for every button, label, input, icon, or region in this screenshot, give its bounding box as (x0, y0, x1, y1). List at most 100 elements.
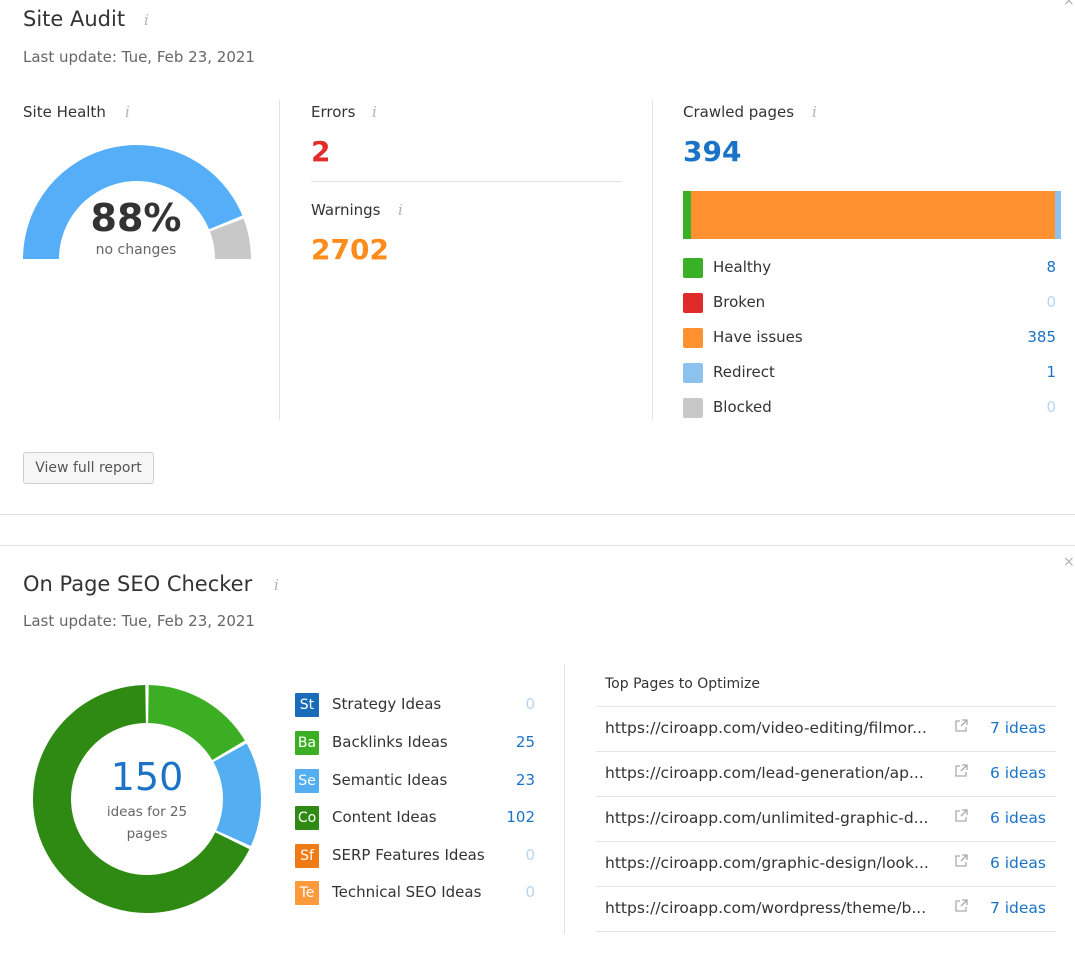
redirect-swatch (683, 363, 703, 383)
site-health-value: 88% (90, 196, 182, 240)
external-link-icon[interactable] (954, 764, 968, 778)
page-url[interactable]: https://ciroapp.com/wordpress/theme/b... (605, 899, 945, 917)
table-row: https://ciroapp.com/unlimited-graphic-d.… (596, 796, 1056, 841)
semantic-ideas-label: Semantic Ideas (332, 771, 448, 789)
healthy-swatch (683, 258, 703, 278)
warnings-info-icon[interactable]: i (398, 201, 403, 219)
site-health-info-icon[interactable]: i (125, 103, 130, 121)
bar-segment-redirect (1055, 191, 1062, 239)
legend-row-have-issues: Have issues 385 (683, 327, 1056, 349)
table-row: https://ciroapp.com/graphic-design/look.… (596, 841, 1056, 886)
on-page-seo-title: On Page SEO Checker (23, 572, 253, 596)
site-health-label: Site Health (23, 103, 106, 121)
ideas-donut-chart (33, 685, 261, 913)
content-ideas-count[interactable]: 102 (506, 808, 535, 826)
idea-row-serp-features[interactable]: Sf SERP Features Ideas 0 (295, 844, 535, 868)
widget-separator (0, 514, 1075, 515)
broken-label: Broken (713, 293, 766, 311)
backlinks-ideas-label: Backlinks Ideas (332, 733, 448, 751)
errors-label: Errors (311, 103, 356, 121)
strategy-badge-icon: St (295, 693, 319, 717)
technical-seo-badge-icon: Te (295, 881, 319, 905)
top-pages-title: Top Pages to Optimize (605, 676, 760, 692)
page-url[interactable]: https://ciroapp.com/lead-generation/ap..… (605, 764, 945, 782)
strategy-ideas-label: Strategy Ideas (332, 695, 442, 713)
crawled-pages-value[interactable]: 394 (683, 135, 741, 168)
errors-value[interactable]: 2 (311, 135, 330, 168)
bar-segment-have-issues (690, 191, 1056, 239)
ideas-caption-line1: ideas for 25 (106, 804, 188, 820)
table-row: https://ciroapp.com/lead-generation/ap..… (596, 751, 1056, 796)
semantic-ideas-count[interactable]: 23 (516, 771, 535, 789)
idea-row-technical-seo[interactable]: Te Technical SEO Ideas 0 (295, 881, 535, 905)
serp-features-ideas-count: 0 (525, 846, 535, 864)
page-ideas-link[interactable]: 7 ideas (990, 899, 1046, 917)
legend-row-healthy: Healthy 8 (683, 257, 1056, 279)
on-page-seo-info-icon[interactable]: i (274, 576, 279, 594)
blocked-label: Blocked (713, 398, 772, 416)
bar-segment-healthy (683, 191, 691, 239)
site-audit-close-icon[interactable]: × (1063, 0, 1075, 9)
crawled-pages-info-icon[interactable]: i (812, 103, 817, 121)
have-issues-label: Have issues (713, 328, 803, 346)
have-issues-count[interactable]: 385 (1027, 328, 1056, 346)
technical-seo-ideas-label: Technical SEO Ideas (332, 883, 482, 901)
ideas-caption-line2: pages (126, 826, 168, 842)
technical-seo-ideas-count: 0 (525, 883, 535, 901)
crawled-pages-bar (683, 191, 1062, 239)
idea-row-semantic[interactable]: Se Semantic Ideas 23 (295, 769, 535, 793)
broken-swatch (683, 293, 703, 313)
column-divider (652, 100, 653, 420)
donut-slice-backlinks-ideas (148, 685, 245, 761)
errors-info-icon[interactable]: i (372, 103, 377, 121)
page-ideas-link[interactable]: 6 ideas (990, 809, 1046, 827)
have-issues-swatch (683, 328, 703, 348)
page-ideas-link[interactable]: 6 ideas (990, 764, 1046, 782)
legend-row-broken: Broken 0 (683, 292, 1056, 314)
healthy-label: Healthy (713, 258, 772, 276)
external-link-icon[interactable] (954, 719, 968, 733)
external-link-icon[interactable] (954, 809, 968, 823)
ideas-total: 150 (110, 755, 184, 799)
idea-row-strategy[interactable]: St Strategy Ideas 0 (295, 693, 535, 717)
legend-row-blocked: Blocked 0 (683, 397, 1056, 419)
content-ideas-label: Content Ideas (332, 808, 437, 826)
backlinks-ideas-count[interactable]: 25 (516, 733, 535, 751)
page-url[interactable]: https://ciroapp.com/graphic-design/look.… (605, 854, 945, 872)
column-divider (564, 664, 565, 934)
blocked-swatch (683, 398, 703, 418)
site-audit-info-icon[interactable]: i (144, 11, 149, 29)
page-url[interactable]: https://ciroapp.com/video-editing/filmor… (605, 719, 945, 737)
page-ideas-link[interactable]: 7 ideas (990, 719, 1046, 737)
idea-row-content[interactable]: Co Content Ideas 102 (295, 806, 535, 830)
column-divider (279, 100, 280, 420)
page-ideas-link[interactable]: 6 ideas (990, 854, 1046, 872)
legend-row-redirect: Redirect 1 (683, 362, 1056, 384)
warnings-value[interactable]: 2702 (311, 233, 389, 266)
healthy-count[interactable]: 8 (1046, 258, 1056, 276)
page-url[interactable]: https://ciroapp.com/unlimited-graphic-d.… (605, 809, 945, 827)
crawled-pages-label: Crawled pages (683, 103, 795, 121)
serp-features-ideas-label: SERP Features Ideas (332, 846, 485, 864)
backlinks-badge-icon: Ba (295, 731, 319, 755)
view-full-report-button[interactable]: View full report (23, 452, 154, 484)
semantic-badge-icon: Se (295, 769, 319, 793)
redirect-label: Redirect (713, 363, 775, 381)
broken-count: 0 (1046, 293, 1056, 311)
external-link-icon[interactable] (954, 854, 968, 868)
external-link-icon[interactable] (954, 899, 968, 913)
serp-features-badge-icon: Sf (295, 844, 319, 868)
site-audit-title: Site Audit (23, 7, 126, 31)
blocked-count: 0 (1046, 398, 1056, 416)
table-row: https://ciroapp.com/video-editing/filmor… (596, 706, 1056, 751)
idea-row-backlinks[interactable]: Ba Backlinks Ideas 25 (295, 731, 535, 755)
errors-divider (311, 181, 622, 182)
widget-separator (0, 545, 1075, 546)
on-page-seo-close-icon[interactable]: × (1063, 554, 1075, 570)
table-row: https://ciroapp.com/wordpress/theme/b...… (596, 886, 1056, 932)
site-audit-last-update: Last update: Tue, Feb 23, 2021 (23, 48, 255, 66)
site-health-note: no changes (95, 242, 177, 258)
redirect-count[interactable]: 1 (1046, 363, 1056, 381)
content-badge-icon: Co (295, 806, 319, 830)
warnings-label: Warnings (311, 201, 381, 219)
